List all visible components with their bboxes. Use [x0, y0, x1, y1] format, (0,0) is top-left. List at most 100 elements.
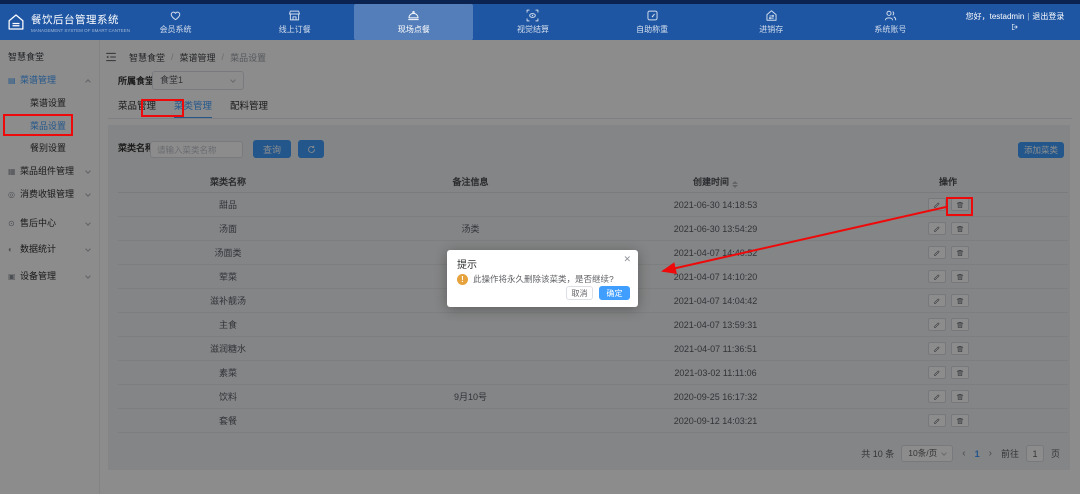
edit-button[interactable]: [928, 222, 946, 235]
delete-button[interactable]: [951, 222, 969, 235]
edit-button[interactable]: [928, 366, 946, 379]
table-body: 甜品 2021-06-30 14:18:53 汤面 汤类 2021-06-30 …: [118, 193, 1068, 433]
delete-button[interactable]: [951, 342, 969, 355]
nav-item-inventory[interactable]: 进销存: [712, 4, 831, 40]
edit-button[interactable]: [928, 414, 946, 427]
delete-icon: [956, 201, 964, 209]
sort-icon[interactable]: [732, 181, 738, 188]
sidebar-item-dish-settings[interactable]: 菜品设置: [0, 116, 99, 136]
nav-item-onsite-order[interactable]: 现场点餐: [354, 4, 473, 40]
delete-icon: [956, 393, 964, 401]
cell-actions: [828, 414, 1068, 427]
edit-icon: [933, 225, 941, 233]
delete-icon: [956, 321, 964, 329]
cell-created-time: 2021-03-02 11:11:06: [603, 368, 828, 378]
sidebar-item-device-management[interactable]: ▣设备管理: [0, 266, 99, 286]
edit-button[interactable]: [928, 342, 946, 355]
delete-button[interactable]: [951, 366, 969, 379]
canteen-select[interactable]: 食堂1: [152, 71, 244, 90]
cell-category-name: 滋润糖水: [118, 342, 338, 355]
logo-house-icon: [6, 12, 26, 32]
onsite-order-icon: [407, 9, 420, 22]
edit-button[interactable]: [928, 390, 946, 403]
close-icon[interactable]: ✕: [623, 255, 631, 264]
breadcrumb-item[interactable]: 菜谱管理: [180, 51, 216, 64]
breadcrumb-item[interactable]: 智慧食堂: [129, 51, 165, 64]
edit-icon: [933, 345, 941, 353]
cell-created-time: 2021-06-30 13:54:29: [603, 224, 828, 234]
table-row: 主食 2021-04-07 13:59:31: [118, 313, 1068, 337]
cell-actions: [828, 390, 1068, 403]
logout-icon[interactable]: [1011, 23, 1019, 33]
stats-icon: ◐: [8, 240, 20, 260]
nav-item-system-account[interactable]: 系统账号: [831, 4, 950, 40]
table-row: 甜品 2021-06-30 14:18:53: [118, 193, 1068, 217]
sidebar-item-aftersale-center[interactable]: ⊙售后中心: [0, 213, 99, 233]
edit-button[interactable]: [928, 318, 946, 331]
edit-button[interactable]: [928, 246, 946, 259]
inventory-icon: [765, 9, 778, 22]
nav-item-online-order[interactable]: 线上订餐: [235, 4, 354, 40]
jump-page-input[interactable]: [1026, 445, 1044, 462]
page-number[interactable]: 1: [975, 449, 980, 459]
member-heart-icon: [169, 9, 182, 22]
add-category-button[interactable]: 添加菜类: [1018, 142, 1064, 158]
delete-button[interactable]: [951, 318, 969, 331]
tab-ingredient-management[interactable]: 配料管理: [230, 98, 268, 118]
cancel-button[interactable]: 取消: [566, 286, 593, 300]
delete-button[interactable]: [951, 294, 969, 307]
cell-category-name: 饮料: [118, 390, 338, 403]
tab-dish-management[interactable]: 菜品管理: [118, 98, 156, 118]
cell-category-name: 套餐: [118, 414, 338, 427]
chevron-down-icon: [85, 168, 91, 174]
cell-category-name: 滋补靓汤: [118, 294, 338, 307]
sidebar: 智慧食堂 ▤菜谱管理 菜谱设置 菜品设置 餐别设置 ▦菜品组件管理 ◎消费收银管…: [0, 40, 100, 494]
prev-page-button[interactable]: ‹: [960, 448, 967, 459]
delete-button[interactable]: [951, 390, 969, 403]
edit-icon: [933, 249, 941, 257]
edit-button[interactable]: [928, 198, 946, 211]
tab-category-management[interactable]: 菜类管理: [174, 98, 212, 118]
sidebar-item-cashier-management[interactable]: ◎消费收银管理: [0, 184, 99, 204]
delete-icon: [956, 249, 964, 257]
sidebar-item-recipe-management[interactable]: ▤菜谱管理: [0, 70, 99, 90]
page-size-select[interactable]: 10条/页: [901, 445, 953, 462]
nav-item-member-system[interactable]: 会员系统: [116, 4, 235, 40]
delete-button[interactable]: [951, 198, 969, 211]
table-row: 滋润糖水 2021-04-07 11:36:51: [118, 337, 1068, 361]
delete-button[interactable]: [951, 270, 969, 283]
cell-created-time: 2020-09-25 16:17:32: [603, 392, 828, 402]
delete-button[interactable]: [951, 246, 969, 259]
cell-category-name: 汤面: [118, 222, 338, 235]
cell-actions: [828, 198, 1068, 211]
cell-created-time: 2021-06-30 14:18:53: [603, 200, 828, 210]
logout-link[interactable]: 退出登录: [1032, 11, 1064, 22]
delete-button[interactable]: [951, 414, 969, 427]
nav-item-visual-checkout[interactable]: 视觉结算: [473, 4, 592, 40]
cell-actions: [828, 318, 1068, 331]
edit-icon: [933, 321, 941, 329]
delete-icon: [956, 225, 964, 233]
confirm-button[interactable]: 确定: [599, 286, 630, 300]
header-category-name: 菜类名称: [118, 175, 338, 188]
main-nav: 会员系统 线上订餐 现场点餐 视觉结算 自助称重 进销存: [116, 4, 950, 40]
sidebar-item-dish-components[interactable]: ▦菜品组件管理: [0, 161, 99, 181]
app-logo: 餐饮后台管理系统 MANAGEMENT SYSTEM OF SMART CANT…: [0, 4, 116, 40]
cell-category-name: 主食: [118, 318, 338, 331]
cell-created-time: 2021-04-07 11:36:51: [603, 344, 828, 354]
chevron-up-icon: [85, 79, 91, 85]
nav-item-self-weigh[interactable]: 自助称重: [593, 4, 712, 40]
edit-button[interactable]: [928, 270, 946, 283]
breadcrumb-current: 菜品设置: [230, 51, 266, 64]
query-button[interactable]: 查询: [253, 140, 291, 158]
sidebar-fold-icon[interactable]: [105, 51, 117, 63]
next-page-button[interactable]: ›: [987, 448, 994, 459]
refresh-button[interactable]: [298, 140, 324, 158]
header-created-time[interactable]: 创建时间: [603, 175, 828, 188]
table-row: 素菜 2021-03-02 11:11:06: [118, 361, 1068, 385]
edit-button[interactable]: [928, 294, 946, 307]
category-name-input[interactable]: [150, 141, 243, 158]
sidebar-item-data-statistics[interactable]: ◐数据统计: [0, 239, 99, 259]
sidebar-item-recipe-settings[interactable]: 菜谱设置: [0, 93, 99, 113]
sidebar-item-meal-settings[interactable]: 餐别设置: [0, 138, 99, 158]
